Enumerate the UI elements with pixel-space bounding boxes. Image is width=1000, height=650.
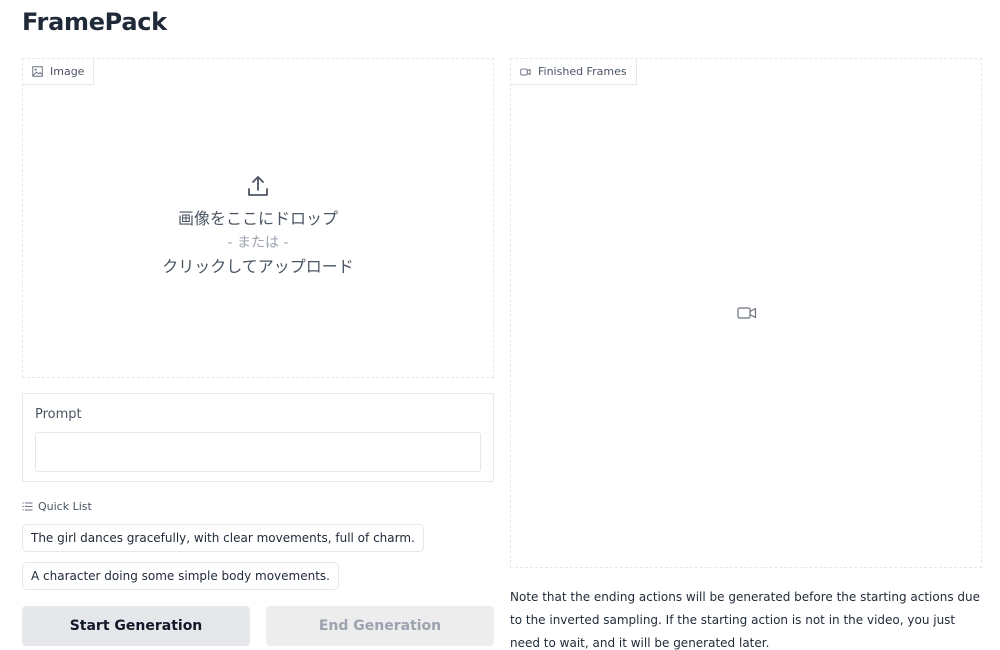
quick-list-item[interactable]: A character doing some simple body movem… — [22, 562, 339, 590]
app-title: FramePack — [22, 8, 167, 36]
upload-icon — [245, 173, 271, 199]
image-upload-panel: Image 画像をここにドロップ - または - クリックしてアップロード — [22, 58, 494, 378]
image-panel-tag-label: Image — [50, 65, 85, 78]
quick-list-label: Quick List — [22, 500, 92, 513]
quick-list-item[interactable]: The girl dances gracefully, with clear m… — [22, 524, 424, 552]
prompt-block: Prompt — [22, 393, 494, 482]
drop-text: 画像をここにドロップ — [177, 209, 338, 228]
frames-panel-tag: Finished Frames — [511, 59, 637, 85]
start-generation-button[interactable]: Start Generation — [22, 606, 250, 646]
image-drop-zone[interactable]: 画像をここにドロップ - または - クリックしてアップロード — [23, 85, 493, 377]
prompt-input[interactable] — [35, 432, 481, 472]
image-icon — [32, 66, 43, 77]
list-icon — [22, 501, 33, 512]
or-text: - または - — [227, 235, 289, 251]
video-placeholder-icon — [737, 305, 757, 321]
quick-list-label-text: Quick List — [38, 500, 92, 513]
sampling-note: Note that the ending actions will be gen… — [510, 590, 981, 650]
prompt-label: Prompt — [35, 407, 82, 422]
video-icon — [520, 66, 531, 77]
image-panel-tag: Image — [23, 59, 95, 85]
frames-panel-tag-label: Finished Frames — [538, 65, 627, 78]
finished-frames-panel: Finished Frames — [510, 58, 982, 568]
end-generation-button[interactable]: End Generation — [266, 606, 494, 646]
click-upload-text: クリックしてアップロード — [162, 257, 354, 276]
